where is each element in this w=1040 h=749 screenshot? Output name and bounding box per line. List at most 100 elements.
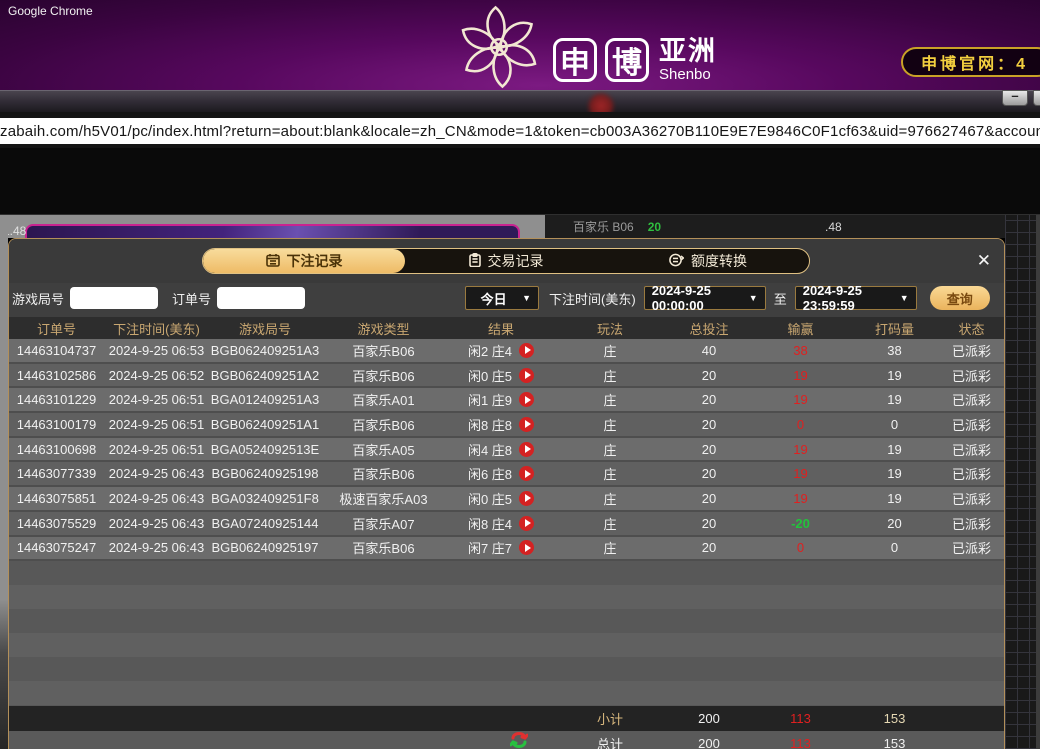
game-round-label: 游戏局号 <box>12 289 64 308</box>
table-row: 144631047372024-9-25 06:53BGB062409251A3… <box>9 339 1004 364</box>
replay-button[interactable] <box>519 466 534 481</box>
time-cell: 2024-9-25 06:43 <box>104 487 209 510</box>
status-cell: 已派彩 <box>942 462 1001 485</box>
total-winloss: 113 <box>754 731 847 749</box>
bet-time-label: 下注时间(美东) <box>549 289 636 308</box>
result-text: 闲2 庄4 <box>468 341 512 360</box>
window-title: Google Chrome <box>8 4 93 18</box>
date-preset-dropdown[interactable]: 今日 ▼ <box>465 286 539 310</box>
result-text: 闲0 庄5 <box>468 366 512 385</box>
game-cell: 百家乐B06 <box>321 364 446 387</box>
table-body: 144631047372024-9-25 06:53BGB062409251A3… <box>9 339 1004 561</box>
round-cell: BGB06240925197 <box>209 537 321 560</box>
result-text: 闲0 庄5 <box>468 489 512 508</box>
tab-bar: 下注记录 交易记录 额度转换 <box>202 248 810 274</box>
clipboard-icon <box>469 253 481 269</box>
logo-char-box: 博 <box>605 38 649 82</box>
result-text: 闲8 庄4 <box>468 514 512 533</box>
date-from-dropdown[interactable]: 2024-9-25 00:00:00 ▼ <box>644 286 766 310</box>
play-cell: 庄 <box>556 339 664 362</box>
winloss-cell: 38 <box>754 339 847 362</box>
replay-button[interactable] <box>519 343 534 358</box>
background-scrollbar[interactable] <box>1036 215 1040 749</box>
window-button-sliver[interactable] <box>1033 90 1040 106</box>
winloss-cell: -20 <box>754 512 847 535</box>
bet-cell: 20 <box>664 388 754 411</box>
result-cell: 闲8 庄4 <box>446 512 556 535</box>
status-cell: 已派彩 <box>942 438 1001 461</box>
column-header: 下注时间(美东) <box>104 317 209 339</box>
winloss-cell: 0 <box>754 413 847 436</box>
column-header: 玩法 <box>556 317 664 339</box>
logo-region-text: 亚洲 <box>659 38 717 65</box>
refresh-sync-icon[interactable] <box>510 732 528 749</box>
round-cell: BGA07240925144 <box>209 512 321 535</box>
result-text: 闲4 庄8 <box>468 440 512 459</box>
column-header: 状态 <box>942 317 1001 339</box>
time-cell: 2024-9-25 06:51 <box>104 438 209 461</box>
bet-cell: 20 <box>664 438 754 461</box>
result-text: 闲6 庄8 <box>468 464 512 483</box>
result-cell: 闲2 庄4 <box>446 339 556 362</box>
turnover-cell: 19 <box>847 388 942 411</box>
order-cell: 14463075247 <box>9 537 104 560</box>
winloss-cell: 0 <box>754 537 847 560</box>
replay-button[interactable] <box>519 417 534 432</box>
replay-button[interactable] <box>519 540 534 555</box>
date-to-dropdown[interactable]: 2024-9-25 23:59:59 ▼ <box>795 286 917 310</box>
turnover-cell: 0 <box>847 413 942 436</box>
bet-cell: 20 <box>664 537 754 560</box>
bet-cell: 20 <box>664 487 754 510</box>
order-no-label: 订单号 <box>172 289 211 308</box>
order-cell: 14463104737 <box>9 339 104 362</box>
order-no-input[interactable] <box>217 287 305 309</box>
total-label-cell: 总计 <box>556 731 664 749</box>
background-table-name: 百家乐 B06 <box>573 218 634 235</box>
replay-button[interactable] <box>519 442 534 457</box>
round-cell: BGB06240925198 <box>209 462 321 485</box>
address-bar[interactable]: zabaih.com/h5V01/pc/index.html?return=ab… <box>0 118 1040 144</box>
minimize-button[interactable]: – <box>1002 90 1028 106</box>
game-round-input[interactable] <box>70 287 158 309</box>
replay-button[interactable] <box>519 392 534 407</box>
bet-cell: 20 <box>664 364 754 387</box>
official-site-button[interactable]: 申博官网：4 <box>901 47 1040 77</box>
to-label: 至 <box>774 289 787 308</box>
browser-titlebar[interactable] <box>0 90 1040 112</box>
game-cell: 百家乐A05 <box>321 438 446 461</box>
query-button[interactable]: 查询 <box>930 286 990 310</box>
replay-button[interactable] <box>519 516 534 531</box>
time-cell: 2024-9-25 06:53 <box>104 339 209 362</box>
tab-transaction-records[interactable]: 交易记录 <box>405 249 607 273</box>
order-cell: 14463077339 <box>9 462 104 485</box>
total-row: 总计 200 113 153 <box>9 731 1004 749</box>
table-row: 144631001792024-9-25 06:51BGB062409251A1… <box>9 413 1004 438</box>
calendar-icon <box>266 253 280 269</box>
tab-bet-records[interactable]: 下注记录 <box>203 249 405 273</box>
tab-label: 交易记录 <box>488 251 544 271</box>
site-logo: 申 博 亚洲 Shenbo <box>455 4 717 90</box>
flower-logo-icon <box>455 4 543 90</box>
promo-banner <box>25 224 520 238</box>
tab-credit-transfer[interactable]: 额度转换 <box>607 249 809 273</box>
game-cell: 百家乐B06 <box>321 339 446 362</box>
turnover-cell: 19 <box>847 462 942 485</box>
close-icon[interactable]: ✕ <box>977 252 991 269</box>
background-green-value: 20 <box>648 220 661 234</box>
total-turnover: 153 <box>847 731 942 749</box>
time-cell: 2024-9-25 06:43 <box>104 537 209 560</box>
turnover-cell: 19 <box>847 438 942 461</box>
game-cell: 极速百家乐A03 <box>321 487 446 510</box>
game-cell: 百家乐A01 <box>321 388 446 411</box>
replay-button[interactable] <box>519 368 534 383</box>
round-cell: BGA012409251A3 <box>209 388 321 411</box>
play-cell: 庄 <box>556 364 664 387</box>
table-row: 144630758512024-9-25 06:43BGA032409251F8… <box>9 487 1004 512</box>
winloss-cell: 19 <box>754 487 847 510</box>
result-text: 闲8 庄8 <box>468 415 512 434</box>
winloss-cell: 19 <box>754 364 847 387</box>
play-cell: 庄 <box>556 487 664 510</box>
replay-button[interactable] <box>519 491 534 506</box>
turnover-cell: 19 <box>847 364 942 387</box>
result-text: 闲1 庄9 <box>468 390 512 409</box>
